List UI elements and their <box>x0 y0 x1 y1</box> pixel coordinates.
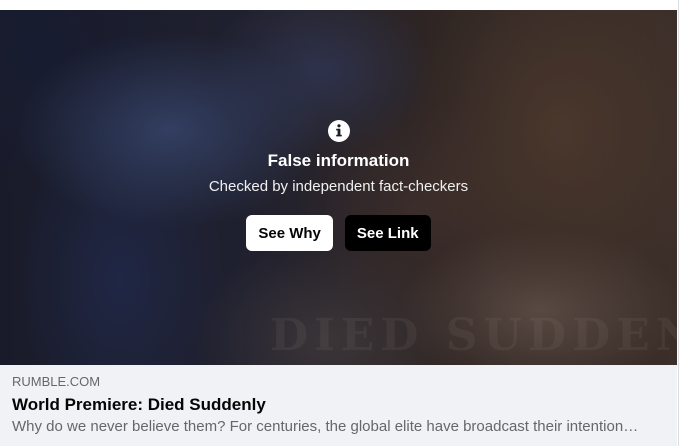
post-card: DIED SUDDENLY False information Checked … <box>0 0 682 446</box>
link-preview[interactable]: RUMBLE.COM World Premiere: Died Suddenly… <box>0 365 677 446</box>
link-headline[interactable]: World Premiere: Died Suddenly <box>12 394 665 415</box>
see-link-button[interactable]: See Link <box>344 215 431 251</box>
see-why-button[interactable]: See Why <box>246 215 333 251</box>
top-divider <box>0 0 678 10</box>
blurred-media[interactable]: DIED SUDDENLY False information Checked … <box>0 10 677 365</box>
warning-subtitle: Checked by independent fact-checkers <box>208 178 469 195</box>
link-domain: RUMBLE.COM <box>12 374 101 389</box>
warning-actions: See Why See Link <box>246 215 431 251</box>
card-border <box>678 0 682 446</box>
info-icon <box>327 120 350 142</box>
link-description: Why do we never believe them? For centur… <box>12 418 642 435</box>
warning-title: False information <box>267 151 410 170</box>
false-information-warning: False information Checked by independent… <box>0 10 677 365</box>
